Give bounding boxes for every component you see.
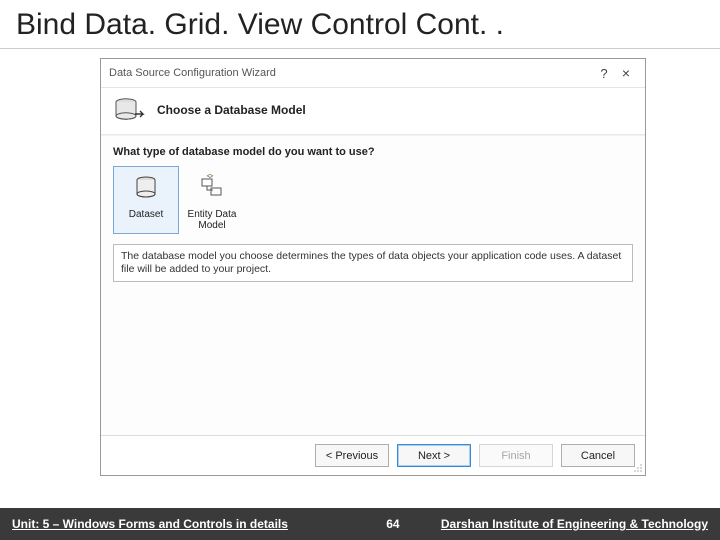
slide-footer: Unit: 5 – Windows Forms and Controls in … (0, 508, 720, 540)
help-button[interactable]: ? (593, 63, 615, 83)
finish-button: Finish (479, 444, 553, 467)
model-option-label: Entity Data Model (180, 209, 244, 231)
next-button[interactable]: Next > (397, 444, 471, 467)
wizard-body: What type of database model do you want … (101, 135, 645, 435)
wizard-titlebar: Data Source Configuration Wizard ? × (101, 59, 645, 88)
close-button[interactable]: × (615, 63, 637, 83)
slide-title: Bind Data. Grid. View Control Cont. . (0, 0, 720, 49)
resize-grip-icon[interactable] (633, 463, 643, 473)
model-options: Dataset Entity Data Model (113, 166, 633, 234)
model-option-entity[interactable]: Entity Data Model (179, 166, 245, 234)
entity-model-icon (197, 173, 227, 206)
wizard-window: Data Source Configuration Wizard ? × Cho… (100, 58, 646, 476)
footer-page-number: 64 (358, 517, 428, 531)
previous-button[interactable]: < Previous (315, 444, 389, 467)
footer-unit: Unit: 5 – Windows Forms and Controls in … (12, 517, 288, 531)
wizard-banner-title: Choose a Database Model (157, 103, 306, 117)
cancel-button[interactable]: Cancel (561, 444, 635, 467)
footer-org: Darshan Institute of Engineering & Techn… (441, 517, 708, 531)
wizard-window-title: Data Source Configuration Wizard (109, 67, 593, 79)
model-option-dataset[interactable]: Dataset (113, 166, 179, 234)
wizard-banner: Choose a Database Model (101, 88, 645, 135)
dataset-icon (131, 173, 161, 206)
model-hint-text: The database model you choose determines… (113, 244, 633, 282)
wizard-footer: < Previous Next > Finish Cancel (101, 435, 645, 475)
model-prompt-label: What type of database model do you want … (113, 146, 633, 158)
database-icon (113, 96, 147, 124)
model-option-label: Dataset (129, 209, 163, 220)
